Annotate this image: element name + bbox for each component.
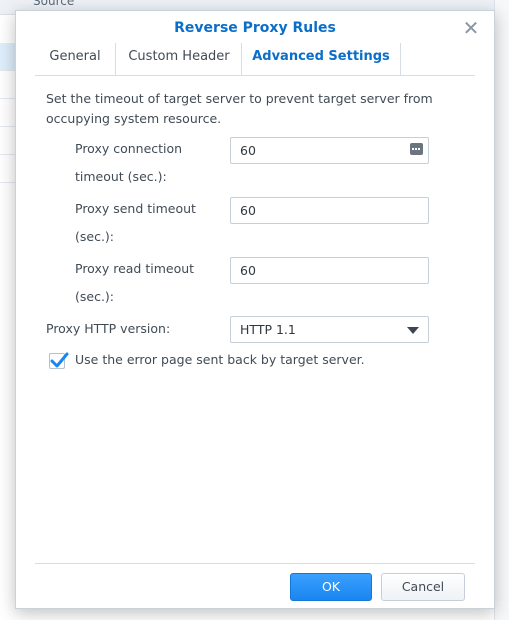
tab-general[interactable]: General [35, 43, 115, 75]
chevron-down-icon [407, 327, 419, 334]
timeout-description: Set the timeout of target server to prev… [46, 91, 433, 126]
proxy-connection-timeout-value: 60 [240, 143, 256, 158]
tab-bar: General Custom Header Advanced Settings [35, 43, 475, 76]
proxy-send-timeout-label-line1: Proxy send timeout [75, 201, 196, 216]
cancel-button[interactable]: Cancel [381, 573, 465, 601]
proxy-connection-timeout-input[interactable]: 60 [230, 137, 429, 164]
checkmark-icon [50, 352, 69, 368]
proxy-http-version-value: HTTP 1.1 [240, 322, 296, 337]
proxy-read-timeout-input[interactable]: 60 [230, 257, 429, 284]
background-column-source: Source [33, 0, 75, 8]
keyboard-icon[interactable] [410, 143, 423, 155]
proxy-connection-timeout-label-line2: timeout (sec.): [75, 169, 167, 184]
proxy-http-version-select[interactable]: HTTP 1.1 [230, 316, 429, 343]
proxy-http-version-label: Proxy HTTP version: [46, 321, 171, 336]
dialog-title: Reverse Proxy Rules [174, 20, 336, 36]
background-scroll-strip [494, 0, 509, 620]
error-page-checkbox-label[interactable]: Use the error page sent back by target s… [75, 350, 365, 370]
ok-button[interactable]: OK [290, 573, 372, 601]
close-icon[interactable]: ✕ [462, 18, 480, 38]
proxy-send-timeout-label-line2: (sec.): [75, 229, 115, 244]
proxy-read-timeout-label-line2: (sec.): [75, 289, 115, 304]
proxy-read-timeout-label-line1: Proxy read timeout [75, 261, 195, 276]
footer-divider [35, 563, 475, 564]
error-page-checkbox[interactable] [49, 352, 69, 369]
proxy-read-timeout-value: 60 [240, 263, 256, 278]
reverse-proxy-rules-dialog: Reverse Proxy Rules ✕ General Custom Hea… [15, 10, 495, 609]
proxy-send-timeout-value: 60 [240, 203, 256, 218]
proxy-connection-timeout-label-line1: Proxy connection [75, 141, 183, 156]
tab-advanced-settings[interactable]: Advanced Settings [241, 43, 401, 75]
proxy-send-timeout-input[interactable]: 60 [230, 197, 429, 224]
tab-custom-header[interactable]: Custom Header [115, 43, 242, 75]
